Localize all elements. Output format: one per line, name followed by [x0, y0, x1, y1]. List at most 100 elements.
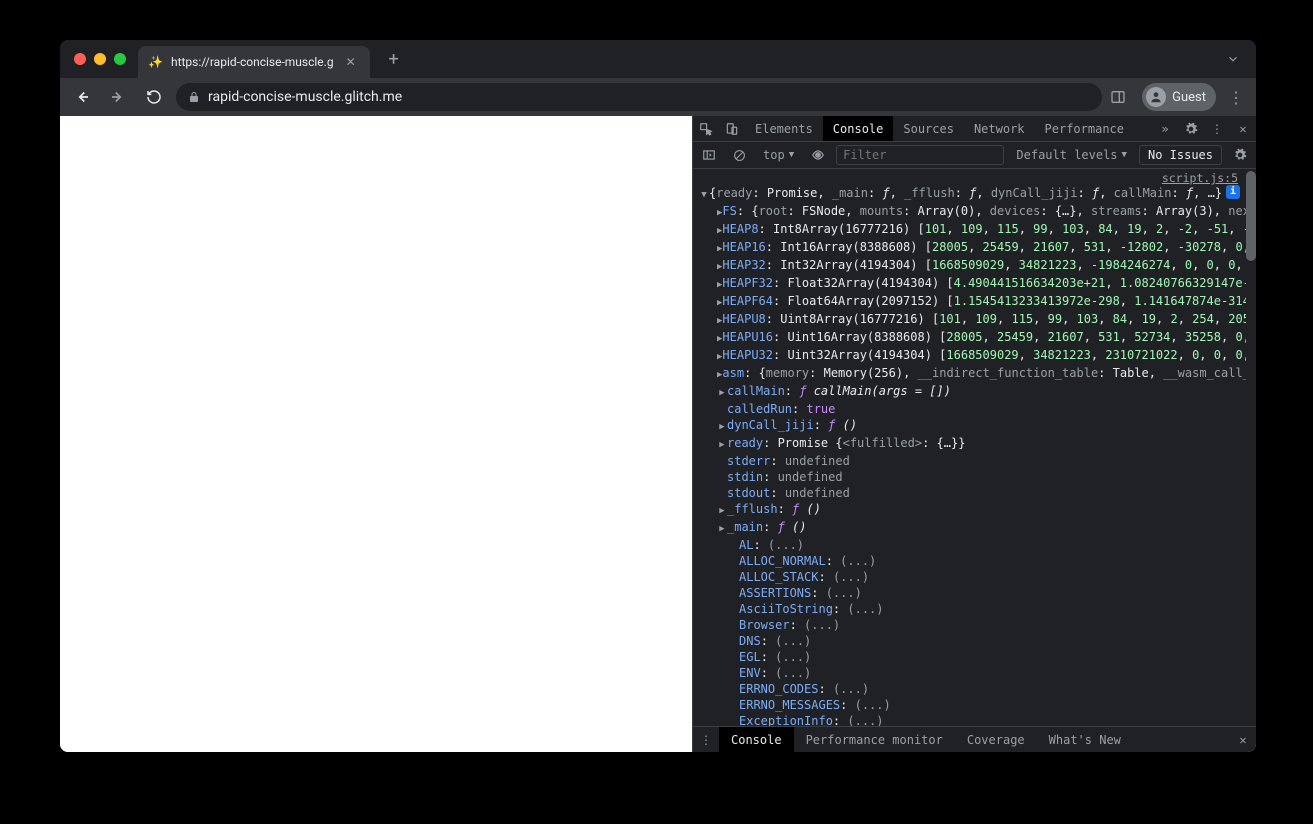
property-row[interactable]: ASSERTIONS: (...) — [699, 585, 1246, 601]
levels-label: Default levels — [1016, 148, 1117, 162]
profile-label: Guest — [1172, 90, 1206, 105]
property-row[interactable]: _fflush: ƒ () — [699, 501, 1246, 519]
browser-toolbar: rapid-concise-muscle.glitch.me Guest ⋮ — [60, 78, 1256, 116]
console-scrollbar[interactable] — [1246, 169, 1256, 726]
reload-button[interactable] — [140, 83, 168, 111]
console-filter-input[interactable] — [836, 145, 1004, 165]
drawer-tab-console[interactable]: Console — [719, 727, 794, 752]
console-sidebar-toggle[interactable] — [697, 145, 721, 165]
property-row[interactable]: ExceptionInfo: (...) — [699, 713, 1246, 726]
chevron-down-icon: ▼ — [789, 150, 794, 160]
url-text: rapid-concise-muscle.glitch.me — [208, 89, 402, 105]
minimize-window-button[interactable] — [94, 53, 106, 65]
property-row[interactable]: ERRNO_CODES: (...) — [699, 681, 1246, 697]
property-row[interactable]: EGL: (...) — [699, 649, 1246, 665]
property-row[interactable]: dynCall_jiji: ƒ () — [699, 417, 1246, 435]
browser-window: ✨ https://rapid-concise-muscle.g ✕ + rap… — [60, 40, 1256, 752]
device-toggle-button[interactable] — [719, 116, 745, 141]
property-row[interactable]: ALLOC_STACK: (...) — [699, 569, 1246, 585]
log-levels-dropdown[interactable]: Default levels ▼ — [1010, 146, 1133, 164]
maximize-window-button[interactable] — [114, 53, 126, 65]
window-controls — [74, 53, 126, 65]
close-devtools-button[interactable]: ✕ — [1230, 122, 1256, 136]
expand-arrow-icon[interactable] — [717, 501, 727, 519]
property-row[interactable]: ENV: (...) — [699, 665, 1246, 681]
property-row[interactable]: HEAPU8: Uint8Array(16777216) [101, 109, … — [699, 311, 1246, 329]
devtools-settings-button[interactable] — [1178, 122, 1204, 136]
property-row[interactable]: HEAP8: Int8Array(16777216) [101, 109, 11… — [699, 221, 1246, 239]
devtools-tab-console[interactable]: Console — [823, 116, 894, 141]
side-panel-button[interactable] — [1110, 89, 1134, 105]
issues-button[interactable]: No Issues — [1139, 145, 1222, 165]
property-row[interactable]: AL: (...) — [699, 537, 1246, 553]
more-tabs-button[interactable]: » — [1152, 122, 1178, 136]
devtools-panel: ElementsConsoleSourcesNetworkPerformance… — [692, 116, 1256, 752]
page-viewport[interactable] — [60, 116, 692, 752]
profile-button[interactable]: Guest — [1142, 83, 1216, 111]
property-row[interactable]: DNS: (...) — [699, 633, 1246, 649]
source-link[interactable]: script.js:5 — [699, 171, 1246, 185]
address-bar[interactable]: rapid-concise-muscle.glitch.me — [176, 83, 1102, 111]
lock-icon — [188, 91, 200, 103]
property-row[interactable]: HEAPF32: Float32Array(4194304) [4.490441… — [699, 275, 1246, 293]
property-row[interactable]: AsciiToString: (...) — [699, 601, 1246, 617]
property-row[interactable]: HEAPU16: Uint16Array(8388608) [28005, 25… — [699, 329, 1246, 347]
close-tab-button[interactable]: ✕ — [342, 53, 360, 71]
object-summary-row[interactable]: {ready: Promise, _main: ƒ, _fflush: ƒ, d… — [699, 185, 1246, 203]
live-expression-button[interactable] — [806, 145, 830, 165]
back-button[interactable] — [68, 83, 96, 111]
browser-menu-button[interactable]: ⋮ — [1224, 88, 1248, 107]
property-row[interactable]: ERRNO_MESSAGES: (...) — [699, 697, 1246, 713]
devtools-tab-elements[interactable]: Elements — [745, 116, 823, 141]
forward-button[interactable] — [104, 83, 132, 111]
devtools-tab-network[interactable]: Network — [964, 116, 1035, 141]
property-row[interactable]: HEAPU32: Uint32Array(4194304) [166850902… — [699, 347, 1246, 365]
execution-context-dropdown[interactable]: top ▼ — [757, 146, 800, 164]
devtools-tab-sources[interactable]: Sources — [893, 116, 964, 141]
drawer-tab-coverage[interactable]: Coverage — [955, 727, 1037, 752]
chevron-down-icon: ▼ — [1122, 150, 1127, 160]
browser-tab[interactable]: ✨ https://rapid-concise-muscle.g ✕ — [138, 46, 370, 78]
expand-arrow-icon[interactable] — [699, 185, 709, 203]
devtools-menu-button[interactable]: ⋮ — [1204, 122, 1230, 136]
console-settings-button[interactable] — [1228, 145, 1252, 165]
property-row[interactable]: stdout: undefined — [699, 485, 1246, 501]
devtools-main-tabs: ElementsConsoleSourcesNetworkPerformance… — [693, 116, 1256, 142]
new-tab-button[interactable]: + — [382, 49, 406, 70]
context-label: top — [763, 148, 785, 162]
console-output[interactable]: script.js:5 {ready: Promise, _main: ƒ, _… — [693, 169, 1246, 726]
tab-search-button[interactable] — [1218, 48, 1248, 70]
tab-title: https://rapid-concise-muscle.g — [171, 55, 334, 69]
expand-arrow-icon[interactable] — [717, 519, 727, 537]
close-drawer-button[interactable]: ✕ — [1230, 727, 1256, 752]
property-row[interactable]: _main: ƒ () — [699, 519, 1246, 537]
property-row[interactable]: Browser: (...) — [699, 617, 1246, 633]
property-row[interactable]: stdin: undefined — [699, 469, 1246, 485]
inspect-element-button[interactable] — [693, 116, 719, 141]
property-row[interactable]: HEAP16: Int16Array(8388608) [28005, 2545… — [699, 239, 1246, 257]
property-row[interactable]: HEAP32: Int32Array(4194304) [1668509029,… — [699, 257, 1246, 275]
property-row[interactable]: ready: Promise {<fulfilled>: {…}} — [699, 435, 1246, 453]
clear-console-button[interactable] — [727, 145, 751, 165]
console-toolbar: top ▼ Default levels ▼ No Issues — [693, 142, 1256, 169]
devtools-drawer: ⋮ ConsolePerformance monitorCoverageWhat… — [693, 726, 1256, 752]
content-area: ElementsConsoleSourcesNetworkPerformance… — [60, 116, 1256, 752]
drawer-tab-what-s-new[interactable]: What's New — [1037, 727, 1133, 752]
property-row[interactable]: asm: {memory: Memory(256), __indirect_fu… — [699, 365, 1246, 383]
property-row[interactable]: stderr: undefined — [699, 453, 1246, 469]
devtools-tab-performance[interactable]: Performance — [1035, 116, 1134, 141]
property-row[interactable]: FS: {root: FSNode, mounts: Array(0), dev… — [699, 203, 1246, 221]
drawer-menu-button[interactable]: ⋮ — [693, 727, 719, 752]
property-row[interactable]: ALLOC_NORMAL: (...) — [699, 553, 1246, 569]
property-row[interactable]: calledRun: true — [699, 401, 1246, 417]
drawer-tab-performance-monitor[interactable]: Performance monitor — [794, 727, 955, 752]
expand-arrow-icon[interactable] — [717, 383, 727, 401]
info-badge-icon[interactable]: i — [1226, 185, 1240, 199]
tab-favicon: ✨ — [148, 55, 163, 69]
property-row[interactable]: callMain: ƒ callMain(args = []) — [699, 383, 1246, 401]
property-row[interactable]: HEAPF64: Float64Array(2097152) [1.154541… — [699, 293, 1246, 311]
scrollbar-thumb[interactable] — [1246, 171, 1256, 261]
expand-arrow-icon[interactable] — [717, 435, 727, 453]
expand-arrow-icon[interactable] — [717, 417, 727, 435]
close-window-button[interactable] — [74, 53, 86, 65]
